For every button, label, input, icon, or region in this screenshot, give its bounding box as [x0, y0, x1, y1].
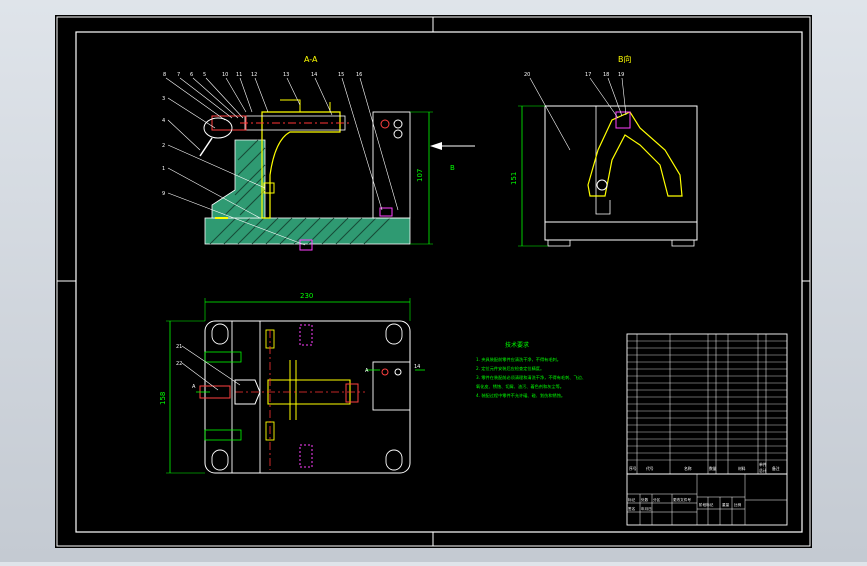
balloon-s6: 12: [251, 72, 257, 78]
balloon-v2: 18: [603, 72, 609, 78]
tech-title: 技术要求: [505, 341, 529, 349]
balloon-l3: 1: [162, 166, 165, 172]
tf-2: 分区: [653, 497, 661, 502]
section-title: A-A: [304, 55, 318, 64]
plan-label-2: 21: [176, 344, 182, 350]
cad-drawing-viewport: A-A 107 B 8 7 6 5 10 11 12 13 14 15 16 3…: [0, 0, 867, 562]
tf-7: 重量: [722, 502, 730, 507]
balloon-s8: 14: [311, 72, 317, 78]
tech-line-0: 1. 夹具装配前零件应清洗干净，不得有毛刺。: [476, 356, 561, 363]
th-1: 代号: [646, 466, 654, 471]
th-5: 单件: [759, 462, 767, 467]
tf-3: 更改文件号: [673, 497, 691, 502]
dim-top-height: 158: [159, 392, 167, 405]
drawing-sheet: [55, 15, 812, 548]
balloon-s10: 16: [356, 72, 362, 78]
plan-label-3: 22: [176, 361, 182, 367]
balloon-s5: 11: [236, 72, 242, 78]
tech-line-2: 3. 零件在装配前必须清理和清洗干净，不得有毛刺、飞边、: [476, 374, 586, 381]
balloon-l4: 9: [162, 191, 165, 197]
balloon-l2: 2: [162, 143, 165, 149]
th-3: 数量: [709, 466, 717, 471]
th-0: 序号: [629, 466, 637, 471]
tf-8: 比例: [734, 502, 742, 507]
dim-view-height: 151: [510, 172, 518, 185]
locating-block: [372, 111, 411, 219]
tf-5: 年月日: [641, 506, 652, 511]
balloon-s4: 10: [222, 72, 228, 78]
plan-label-0: A: [192, 384, 196, 390]
tech-line-4: 4. 装配过程中零件不允许磕、碰、划伤和锈蚀。: [476, 392, 565, 399]
dim-front-height: 107: [416, 169, 424, 182]
drawing-canvas: A-A 107 B 8 7 6 5 10 11 12 13 14 15 16 3…: [55, 15, 812, 548]
balloon-l1: 4: [162, 118, 165, 124]
balloon-l0: 3: [162, 96, 165, 102]
balloon-v1: 17: [585, 72, 591, 78]
plan-label-4: 14: [414, 364, 420, 370]
th-6: 总计: [759, 468, 767, 473]
dim-top-width: 230: [300, 292, 313, 300]
view-title: B向: [618, 54, 632, 64]
plan-label-1: A: [365, 368, 369, 374]
tf-0: 标记: [628, 497, 636, 502]
th-4: 材料: [738, 466, 746, 471]
tech-line-3: 氧化皮、锈蚀、切屑、油污、着色剂和灰尘等。: [476, 383, 564, 390]
th-7: 备注: [772, 466, 780, 471]
balloon-v0: 20: [524, 72, 530, 78]
balloon-s0: 8: [163, 72, 166, 78]
th-2: 名称: [684, 466, 692, 471]
direction-label: B: [450, 164, 455, 172]
balloon-v3: 19: [618, 72, 624, 78]
balloon-s2: 6: [190, 72, 193, 78]
balloon-s3: 5: [203, 72, 206, 78]
tech-line-1: 2. 定位元件安装后应检查定位精度。: [476, 365, 544, 372]
balloon-s9: 15: [338, 72, 344, 78]
tf-1: 处数: [641, 497, 649, 502]
balloon-s1: 7: [177, 72, 180, 78]
tf-6: 阶段标记: [699, 502, 714, 507]
balloon-s7: 13: [283, 72, 289, 78]
tf-4: 签名: [628, 506, 636, 511]
